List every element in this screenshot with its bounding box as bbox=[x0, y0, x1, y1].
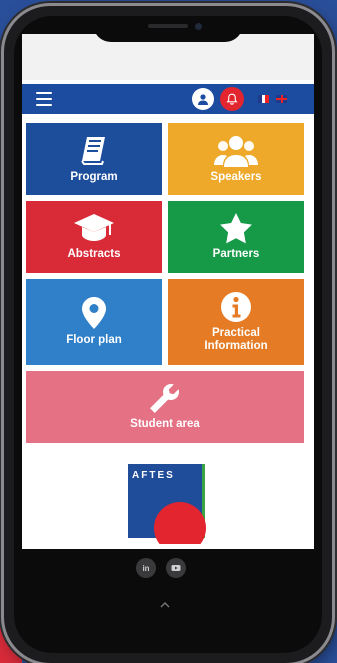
graduation-cap-icon bbox=[74, 214, 114, 242]
people-icon bbox=[214, 136, 258, 168]
student-area-label: Student area bbox=[130, 418, 200, 431]
french-flag-icon[interactable] bbox=[258, 95, 270, 103]
front-camera bbox=[195, 23, 202, 30]
partners-label: Partners bbox=[212, 248, 260, 261]
chevron-up-icon[interactable] bbox=[160, 600, 170, 611]
linkedin-icon[interactable]: in bbox=[136, 558, 156, 578]
top-navigation-bar bbox=[22, 84, 314, 114]
practical-label-line1: Practical bbox=[212, 326, 260, 339]
user-icon[interactable] bbox=[192, 88, 214, 110]
star-icon bbox=[220, 213, 252, 244]
youtube-icon[interactable] bbox=[166, 558, 186, 578]
wrench-icon bbox=[150, 384, 179, 414]
aftes-logo: AFTES bbox=[128, 464, 208, 544]
program-tile[interactable]: Program bbox=[26, 123, 162, 195]
book-icon bbox=[81, 137, 105, 166]
program-label: Program bbox=[70, 171, 118, 184]
floor-plan-label: Floor plan bbox=[66, 334, 122, 347]
abstracts-tile[interactable]: Abstracts bbox=[26, 201, 162, 273]
info-icon bbox=[221, 291, 251, 322]
map-pin-icon bbox=[82, 297, 106, 330]
logo-text: AFTES bbox=[132, 470, 175, 481]
practical-information-tile[interactable]: Practical Information bbox=[168, 279, 304, 365]
speakers-label: Speakers bbox=[210, 171, 262, 184]
app-screen: Program Speakers Abstracts Partners Floo… bbox=[22, 34, 314, 549]
phone-screen-area: Program Speakers Abstracts Partners Floo… bbox=[14, 16, 322, 653]
abstracts-label: Abstracts bbox=[67, 248, 121, 261]
speaker-grille bbox=[148, 24, 188, 28]
partners-tile[interactable]: Partners bbox=[168, 201, 304, 273]
speakers-tile[interactable]: Speakers bbox=[168, 123, 304, 195]
hamburger-icon[interactable] bbox=[36, 92, 52, 106]
practical-label-line2: Information bbox=[204, 340, 268, 352]
notch bbox=[93, 16, 243, 42]
uk-flag-icon[interactable] bbox=[276, 95, 287, 103]
student-area-tile[interactable]: Student area bbox=[26, 371, 304, 443]
floor-plan-tile[interactable]: Floor plan bbox=[26, 279, 162, 365]
bell-icon[interactable] bbox=[220, 87, 244, 111]
